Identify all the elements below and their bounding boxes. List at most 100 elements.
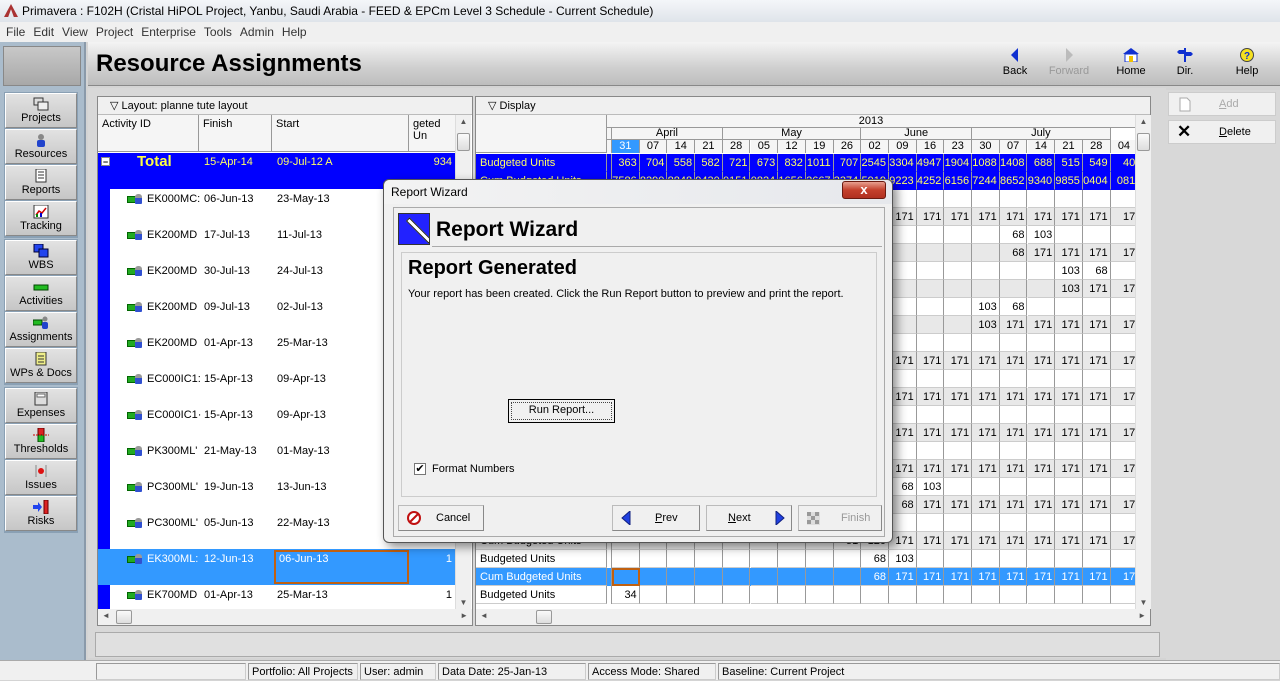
left-vscroll-thumb[interactable] (457, 133, 470, 151)
sidebar-item-expenses[interactable]: Expenses (5, 388, 77, 423)
grid-value-cell[interactable]: 171 (889, 352, 917, 370)
grid-value-cell[interactable]: 171 (1082, 568, 1111, 586)
grid-value-cell[interactable]: 68 (889, 496, 917, 514)
grid-value-cell[interactable] (999, 478, 1028, 496)
grid-value-cell[interactable] (1027, 550, 1056, 568)
grid-value-cell[interactable] (889, 406, 917, 424)
grid-value-cell[interactable] (972, 244, 1000, 262)
grid-value-cell[interactable] (972, 478, 1000, 496)
grid-value-cell[interactable] (695, 586, 723, 604)
grid-value-cell[interactable] (889, 190, 917, 208)
sidebar-item-resources[interactable]: Resources (5, 129, 77, 164)
grid-value-cell[interactable] (1027, 370, 1056, 388)
grid-value-cell[interactable] (1110, 298, 1135, 316)
grid-value-cell[interactable] (916, 550, 945, 568)
grid-value-cell[interactable] (1110, 478, 1135, 496)
grid-value-cell[interactable]: 363 (612, 154, 640, 172)
grid-value-cell[interactable]: 7244 (972, 172, 1000, 190)
grid-value-cell[interactable]: 103 (889, 550, 917, 568)
grid-value-cell[interactable]: 688 (1027, 154, 1056, 172)
grid-value-cell[interactable]: 103 (972, 316, 1000, 334)
start-cell[interactable]: 06-Jun-13 (274, 550, 409, 584)
grid-value-cell[interactable]: 171 (999, 496, 1028, 514)
grid-value-cell[interactable]: 1408 (999, 154, 1028, 172)
grid-value-cell[interactable]: 103 (1055, 262, 1083, 280)
grid-value-cell[interactable] (1082, 406, 1111, 424)
grid-value-cell[interactable]: 171 (916, 496, 945, 514)
grid-value-cell[interactable] (722, 568, 751, 586)
menu-help[interactable]: Help (282, 25, 307, 39)
grid-value-cell[interactable]: 171 (999, 352, 1028, 370)
grid-value-cell[interactable]: 103 (1027, 226, 1056, 244)
grid-value-cell[interactable]: 171 (1055, 496, 1083, 514)
grid-value-cell[interactable] (1110, 262, 1135, 280)
add-button[interactable]: Add (1168, 92, 1276, 116)
grid-value-cell[interactable]: 171 (1055, 424, 1083, 442)
grid-value-cell[interactable]: 704 (639, 154, 668, 172)
grid-value-cell[interactable] (1110, 190, 1135, 208)
format-numbers-checkbox[interactable]: ✔ Format Numbers (414, 463, 515, 475)
grid-value-cell[interactable] (889, 316, 917, 334)
scroll-right-arrow-icon[interactable]: ► (460, 611, 468, 620)
grid-value-cell[interactable] (1082, 298, 1111, 316)
grid-value-cell[interactable] (944, 478, 973, 496)
grid-value-cell[interactable] (944, 316, 973, 334)
column-header-activity-id[interactable]: Activity ID (98, 115, 199, 152)
grid-value-cell[interactable]: 68 (1082, 262, 1111, 280)
grid-value-cell[interactable]: 171 (1027, 208, 1056, 226)
grid-value-cell[interactable]: 171 (889, 388, 917, 406)
grid-value-cell[interactable] (889, 334, 917, 352)
column-header-budgeted-units[interactable]: geted Un (409, 115, 455, 152)
grid-value-cell[interactable]: 17 (1110, 244, 1135, 262)
grid-value-cell[interactable] (1027, 478, 1056, 496)
grid-value-cell[interactable] (972, 280, 1000, 298)
grid-value-cell[interactable]: 171 (916, 208, 945, 226)
grid-value-cell[interactable] (916, 514, 945, 532)
grid-value-cell[interactable] (916, 262, 945, 280)
grid-value-cell[interactable]: 171 (1055, 352, 1083, 370)
grid-value-cell[interactable]: 40 (1110, 154, 1135, 172)
grid-value-cell[interactable] (916, 442, 945, 460)
right-vertical-scrollbar[interactable]: ▲ ▼ (1135, 115, 1151, 609)
grid-value-cell[interactable] (944, 226, 973, 244)
grid-value-cell[interactable] (667, 586, 696, 604)
grid-value-cell[interactable] (1027, 406, 1056, 424)
grid-value-cell[interactable] (889, 262, 917, 280)
grid-value-cell[interactable]: 171 (1027, 388, 1056, 406)
table-row[interactable]: EK700MD 01-Apr-13 25-Mar-13 1 (98, 585, 456, 609)
grid-value-cell[interactable] (1055, 550, 1083, 568)
grid-value-cell[interactable]: 171 (916, 568, 945, 586)
grid-value-cell[interactable]: 171 (1055, 316, 1083, 334)
sidebar-item-issues[interactable]: Issues (5, 460, 77, 495)
grid-value-cell[interactable]: 171 (999, 316, 1028, 334)
grid-value-cell[interactable] (889, 442, 917, 460)
table-row[interactable]: EK300ML: 12-Jun-13 06-Jun-13 1 (98, 549, 456, 585)
grid-value-cell[interactable]: 68 (861, 568, 889, 586)
grid-value-cell[interactable]: 2545 (861, 154, 889, 172)
grid-value-cell[interactable] (1055, 370, 1083, 388)
grid-value-cell[interactable] (1110, 586, 1135, 604)
grid-value-cell[interactable] (1027, 586, 1056, 604)
grid-value-cell[interactable] (916, 298, 945, 316)
grid-value-cell[interactable]: 171 (889, 532, 917, 550)
right-hscroll-thumb[interactable] (536, 610, 552, 624)
grid-value-cell[interactable] (944, 334, 973, 352)
grid-value-cell[interactable] (889, 370, 917, 388)
grid-value-cell[interactable] (1055, 226, 1083, 244)
grid-value-cell[interactable] (972, 262, 1000, 280)
grid-row[interactable]: Budgeted Units 363 704 558 582 721 673 832 1011 7… (476, 154, 1135, 172)
grid-value-cell[interactable]: 17 (1110, 532, 1135, 550)
grid-value-cell[interactable]: 171 (972, 460, 1000, 478)
grid-value-cell[interactable]: 171 (1055, 208, 1083, 226)
grid-value-cell[interactable]: 6156 (944, 172, 973, 190)
grid-value-cell[interactable] (889, 514, 917, 532)
sidebar-item-reports[interactable]: Reports (5, 165, 77, 200)
grid-value-cell[interactable] (1082, 550, 1111, 568)
grid-value-cell[interactable] (999, 262, 1028, 280)
scroll-left-arrow-icon[interactable]: ◄ (102, 611, 110, 620)
grid-value-cell[interactable]: 171 (889, 208, 917, 226)
display-header[interactable]: ▽ Display (476, 97, 1150, 115)
grid-value-cell[interactable]: 3304 (889, 154, 917, 172)
grid-value-cell[interactable] (1055, 406, 1083, 424)
grid-value-cell[interactable] (889, 586, 917, 604)
